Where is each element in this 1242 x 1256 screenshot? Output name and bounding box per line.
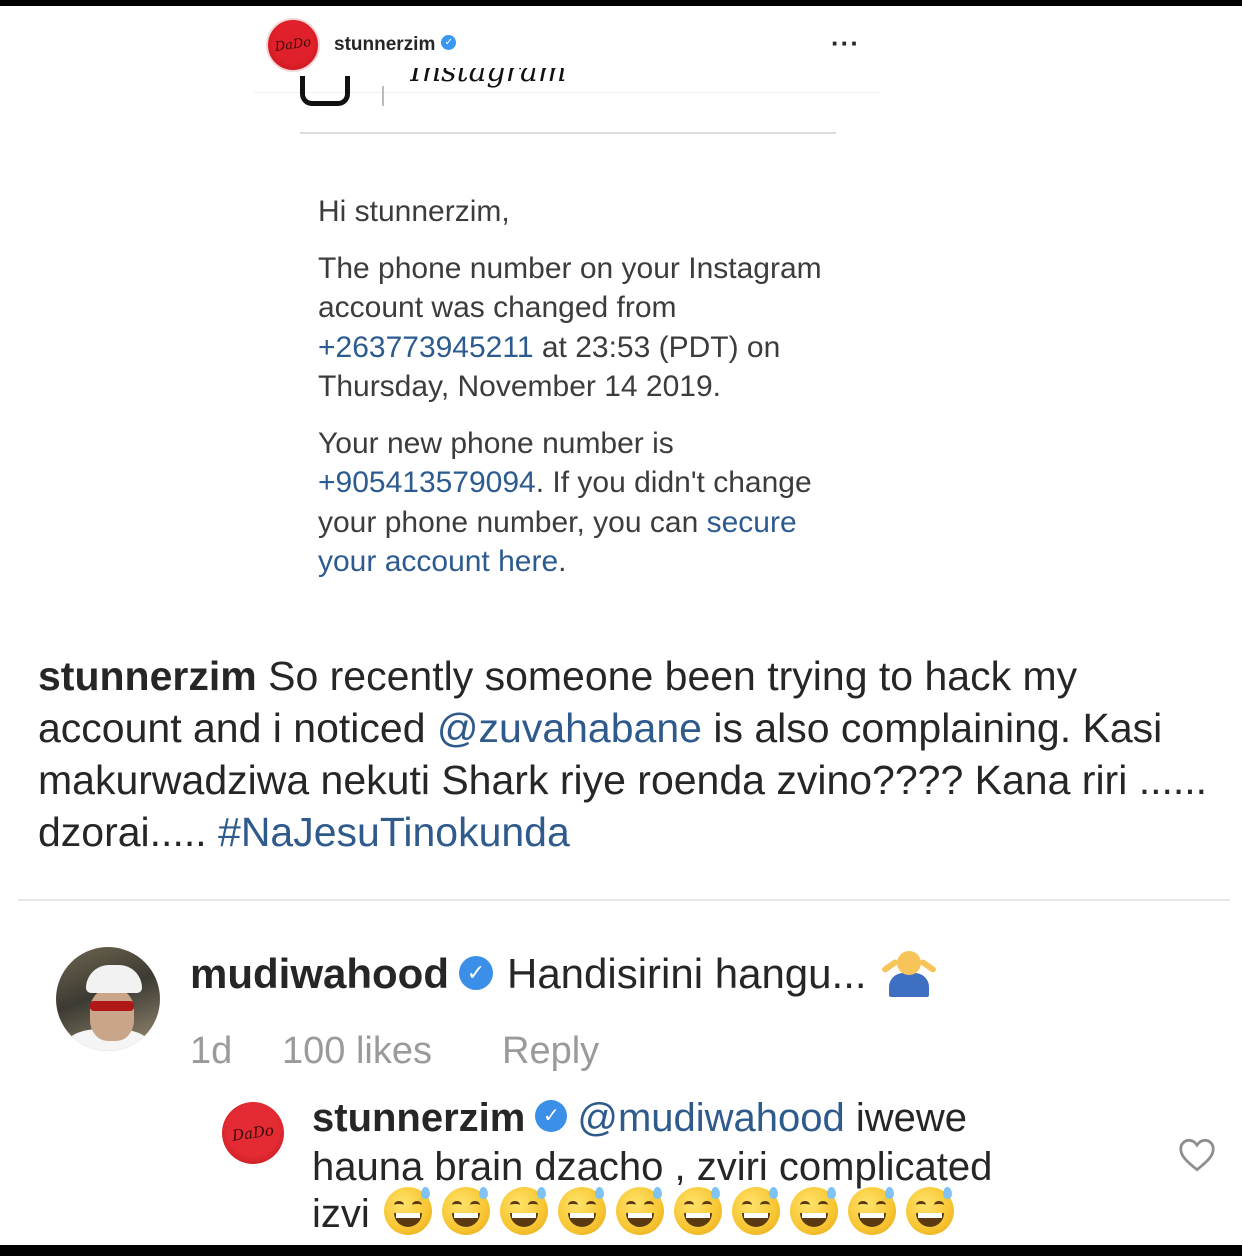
like-heart-icon[interactable]: [1178, 1138, 1216, 1172]
verified-badge-icon: ✓: [441, 35, 457, 51]
new-phone-link: +905413579094: [318, 466, 536, 499]
reply-author-avatar[interactable]: DaDo: [222, 1102, 284, 1164]
avatar-photo-cap: [86, 965, 142, 993]
instagram-camera-logo-icon: [300, 76, 350, 106]
avatar-logo-text: DaDo: [273, 35, 313, 55]
email-text: Your new phone number is: [318, 426, 674, 460]
old-phone-link: +263773945211: [318, 330, 534, 364]
grinning-face-with-sweat-emoji-icon: [557, 1186, 606, 1235]
reply-button[interactable]: Reply: [502, 1030, 599, 1073]
email-greeting: Hi stunnerzim,: [318, 195, 510, 228]
grinning-face-with-sweat-emoji-icon: [673, 1186, 722, 1235]
comments-divider: [18, 899, 1230, 901]
reply-text: iwewe: [844, 1096, 968, 1140]
post-author-username[interactable]: stunnerzim ✓: [334, 34, 457, 56]
comment-line: mudiwahood ✓ Handisirini hangu...: [190, 950, 937, 1001]
avatar-photo-face: [90, 989, 134, 1041]
more-options-icon[interactable]: ···: [831, 28, 860, 59]
caption-mention-link[interactable]: @zuvahabane: [437, 705, 702, 751]
caption-hashtag-link[interactable]: #NaJesuTinokunda: [218, 809, 570, 855]
email-screenshot-body: Hi stunnerzim, The phone number on your …: [318, 192, 838, 599]
grinning-face-with-sweat-emoji-icon: [847, 1186, 896, 1235]
reply-text: izvi: [312, 1192, 370, 1236]
post-caption: stunnerzim So recently someone been tryi…: [38, 650, 1228, 858]
grinning-face-with-sweat-emoji-icon: [615, 1186, 664, 1235]
reply-username[interactable]: stunnerzim: [312, 1096, 525, 1140]
email-paragraph-2: Your new phone number is +905413579094. …: [318, 424, 838, 582]
avatar-photo-glasses: [90, 1001, 134, 1011]
reply-line-3: izvi: [312, 1186, 964, 1241]
post-author-name[interactable]: stunnerzim: [334, 34, 435, 55]
grinning-face-with-sweat-emoji-icon: [789, 1186, 838, 1235]
commenter-avatar[interactable]: [56, 947, 160, 1051]
email-text: .: [558, 545, 567, 578]
person-shrugging-emoji-icon: [880, 949, 937, 997]
verified-badge-icon: ✓: [535, 1100, 568, 1133]
post-author-avatar[interactable]: DaDo: [266, 18, 320, 72]
comment-text: Handisirini hangu...: [506, 950, 867, 997]
instagram-wordmark-logo: Instagram: [410, 68, 567, 89]
comment-timestamp: 1d: [190, 1030, 233, 1072]
comment-likes-count[interactable]: 100 likes: [282, 1030, 432, 1073]
reply-mention-link[interactable]: @mudiwahood: [577, 1096, 844, 1140]
logo-divider: [382, 86, 384, 106]
email-text: The phone number on your Instagram accou…: [318, 251, 822, 325]
email-header-divider: [300, 132, 836, 134]
grinning-face-with-sweat-emoji-icon: [905, 1186, 954, 1235]
caption-username[interactable]: stunnerzim: [38, 653, 257, 699]
comment-username[interactable]: mudiwahood: [190, 950, 449, 997]
screenshot-frame: DaDo stunnerzim ✓ ··· Instagram Hi stunne…: [0, 6, 1242, 1245]
email-paragraph-1: The phone number on your Instagram accou…: [318, 249, 838, 407]
avatar-logo-text: DaDo: [230, 1121, 276, 1145]
reply-line-2: hauna brain dzacho , zviri complicated: [312, 1145, 993, 1189]
grinning-face-with-sweat-emoji-icon: [383, 1186, 432, 1235]
grinning-face-with-sweat-emoji-icon: [731, 1186, 780, 1235]
reply-emoji-row: [383, 1186, 964, 1235]
verified-badge-icon: ✓: [458, 955, 493, 990]
reply-line-1: stunnerzim ✓ @mudiwahood iwewe: [312, 1096, 967, 1141]
grinning-face-with-sweat-emoji-icon: [499, 1186, 548, 1235]
grinning-face-with-sweat-emoji-icon: [441, 1186, 490, 1235]
